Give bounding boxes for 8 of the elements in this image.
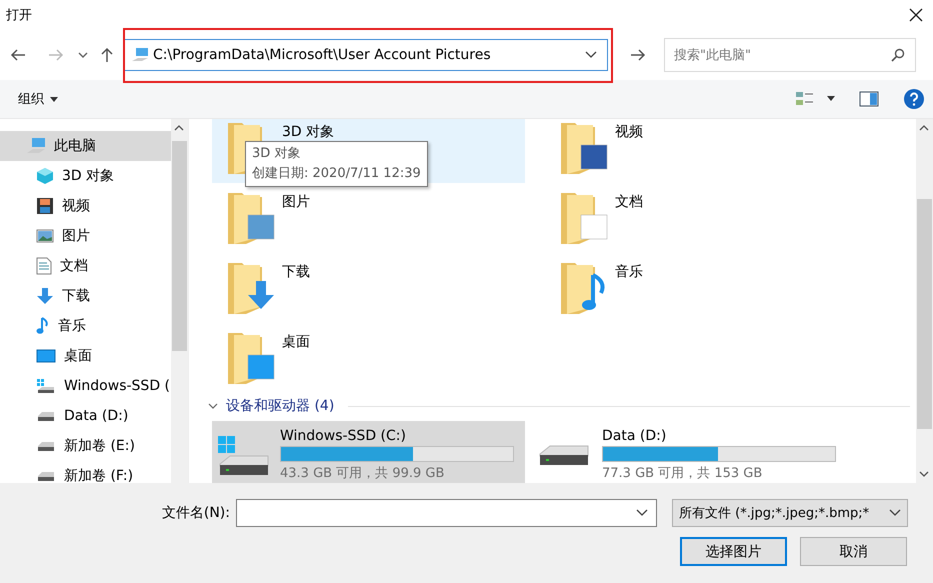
drive-space-text: 77.3 GB 可用，共 153 GB	[602, 465, 764, 482]
tooltip-text: 3D 对象	[252, 145, 302, 163]
drive-space-text: 43.3 GB 可用，共 99.9 GB	[280, 465, 446, 482]
filename-label: 文件名(N):	[160, 504, 231, 522]
tooltip-text: 创建日期: 2020/7/11 12:39	[252, 165, 421, 183]
drive-name: Data (D:)	[602, 428, 668, 444]
drive-name: Windows-SSD (C:)	[280, 428, 407, 444]
window-title: 打开	[6, 7, 32, 24]
